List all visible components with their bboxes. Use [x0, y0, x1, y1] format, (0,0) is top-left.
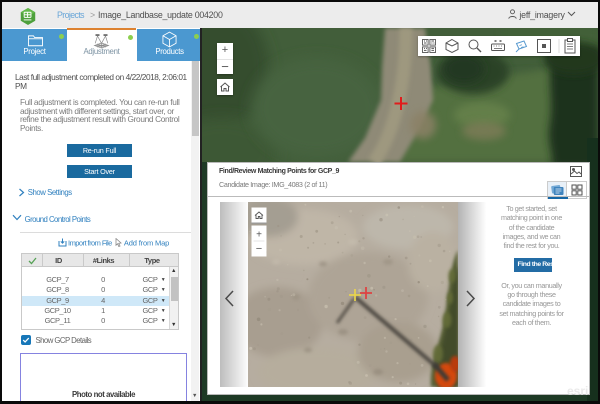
svg-text:+: + — [256, 230, 262, 241]
svg-text:−: − — [256, 243, 262, 255]
